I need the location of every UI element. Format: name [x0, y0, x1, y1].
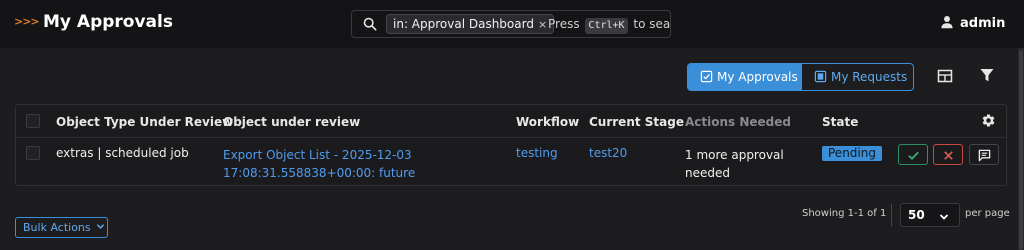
object-link-line-1: Export Object List - 2025-12-03 — [223, 148, 412, 162]
comment-icon — [978, 149, 991, 162]
tab-my-approvals-label: My Approvals — [717, 70, 798, 84]
search-scope-chip: in: Approval Dashboard × — [386, 14, 555, 34]
per-page-select[interactable]: 50 — [900, 203, 960, 227]
current-stage-link[interactable]: test20 — [589, 146, 627, 160]
user-menu[interactable]: admin — [940, 15, 1005, 31]
search-hint-prefix: Press — [548, 17, 580, 31]
username: admin — [960, 16, 1006, 31]
pagination-summary: Showing 1-1 of 1 — [802, 208, 887, 219]
comment-button[interactable] — [969, 144, 999, 165]
column-header-current-stage[interactable]: Current Stage — [589, 115, 684, 129]
checklist-icon — [700, 70, 713, 83]
divider — [891, 204, 892, 226]
column-header-actions-needed: Actions Needed — [685, 115, 791, 129]
approvals-table: Object Type Under Review Object under re… — [15, 104, 1007, 186]
tab-my-approvals[interactable]: My Approvals — [688, 64, 802, 90]
column-header-state[interactable]: State — [822, 115, 858, 129]
top-bar: >>> My Approvals in: Approval Dashboard ×… — [0, 0, 1024, 48]
tab-my-requests[interactable]: My Requests — [802, 64, 913, 90]
tab-my-requests-label: My Requests — [830, 70, 908, 84]
column-header-workflow[interactable]: Workflow — [516, 115, 579, 129]
search-scope-label: in: Approval Dashboard — [393, 17, 534, 31]
keyboard-shortcut: Ctrl+K — [585, 18, 628, 34]
row-checkbox[interactable] — [26, 146, 40, 160]
deny-button[interactable] — [933, 144, 963, 165]
search-icon — [363, 17, 377, 31]
request-icon — [814, 70, 827, 83]
nav-chevrons[interactable]: >>> — [14, 15, 40, 28]
check-icon — [908, 151, 919, 160]
column-header-object[interactable]: Object under review — [223, 115, 360, 129]
close-icon[interactable]: × — [538, 18, 547, 31]
page-title: My Approvals — [43, 12, 173, 32]
scrollbar-thumb[interactable] — [1019, 50, 1023, 250]
object-link-line-2: 17:08:31.558838+00:00: future — [223, 166, 416, 180]
filter-icon[interactable] — [979, 67, 995, 83]
per-page-value: 50 — [908, 208, 925, 222]
search-hint-suffix: to search — [633, 17, 671, 31]
layout-icon[interactable] — [937, 68, 953, 84]
chevron-down-icon — [939, 214, 949, 220]
chevron-down-icon — [96, 224, 104, 229]
cell-actions-needed: 1 more approval needed — [685, 146, 784, 182]
status-badge: Pending — [822, 146, 882, 161]
search-hint: Press Ctrl+K to search — [548, 17, 671, 34]
object-link[interactable]: Export Object List - 2025-12-03 17:08:31… — [223, 146, 415, 182]
user-icon — [941, 16, 953, 29]
select-all-checkbox[interactable] — [26, 114, 40, 128]
column-header-object-type[interactable]: Object Type Under Review — [56, 115, 233, 129]
gear-icon[interactable] — [981, 113, 996, 128]
bulk-actions-label: Bulk Actions — [23, 221, 91, 234]
approvals-view-toggle: My Approvals My Requests — [687, 63, 914, 91]
bulk-actions-button[interactable]: Bulk Actions — [15, 217, 108, 238]
search-bar[interactable]: in: Approval Dashboard × Press Ctrl+K to … — [351, 10, 671, 38]
actions-needed-line-1: 1 more approval — [685, 148, 784, 162]
close-icon — [944, 151, 953, 160]
cell-object-type: extras | scheduled job — [56, 146, 189, 160]
workflow-link[interactable]: testing — [516, 146, 558, 160]
approve-button[interactable] — [898, 144, 928, 165]
table-header: Object Type Under Review Object under re… — [16, 105, 1006, 138]
per-page-label: per page — [965, 208, 1010, 219]
actions-needed-line-2: needed — [685, 166, 730, 180]
